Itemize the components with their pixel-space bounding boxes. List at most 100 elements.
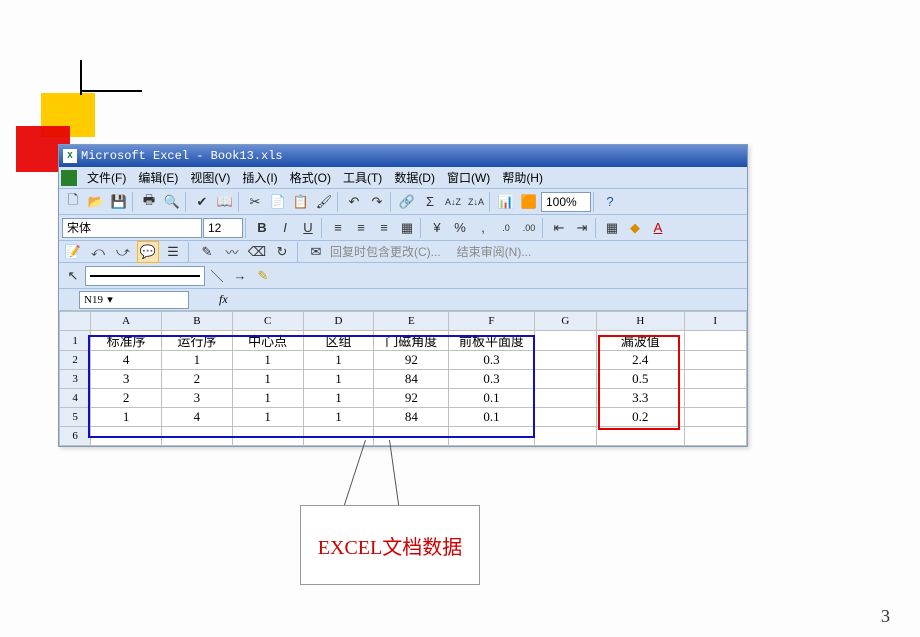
currency-icon[interactable]: ¥ [426, 217, 448, 239]
align-center-icon[interactable]: ≡ [350, 217, 372, 239]
pencil-icon[interactable]: ✎ [252, 265, 274, 287]
show-all-comments-icon[interactable]: ☰ [162, 241, 184, 263]
cell[interactable] [684, 427, 747, 446]
underline-icon[interactable]: U [297, 217, 319, 239]
cell[interactable] [684, 389, 747, 408]
next-comment-icon[interactable]: ⤻ [112, 241, 134, 263]
name-box[interactable]: N19 ▾ [79, 291, 189, 309]
undo-icon[interactable]: ↶ [343, 191, 365, 213]
titlebar[interactable]: X Microsoft Excel - Book13.xls [59, 145, 747, 167]
open-icon[interactable]: 📂 [85, 191, 107, 213]
sort-asc-icon[interactable]: A↓Z [442, 191, 464, 213]
cell[interactable] [534, 331, 596, 351]
cell[interactable] [684, 351, 747, 370]
mail-icon[interactable]: ✉ [305, 241, 327, 263]
cell[interactable] [449, 427, 534, 446]
cell[interactable]: 4 [91, 351, 162, 370]
cell[interactable]: 中心点 [232, 331, 303, 351]
col-B[interactable]: B [162, 312, 233, 331]
col-D[interactable]: D [303, 312, 374, 331]
prev-comment-icon[interactable]: ⤺ [87, 241, 109, 263]
cell[interactable]: 区组 [303, 331, 374, 351]
cell[interactable]: 1 [303, 351, 374, 370]
cell[interactable]: 1 [303, 408, 374, 427]
format-painter-icon[interactable]: 🖌 [313, 191, 335, 213]
cell[interactable] [684, 331, 747, 351]
select-objects-icon[interactable]: ↖ [62, 265, 84, 287]
cell[interactable]: 漏波值 [597, 331, 684, 351]
cell[interactable]: 1 [232, 389, 303, 408]
save-icon[interactable]: 💾 [108, 191, 130, 213]
row-head[interactable]: 6 [60, 427, 91, 446]
sort-desc-icon[interactable]: Z↓A [465, 191, 487, 213]
font-color-icon[interactable]: A [647, 217, 669, 239]
cell[interactable] [534, 427, 596, 446]
row-head[interactable]: 3 [60, 370, 91, 389]
menu-format[interactable]: 格式(O) [284, 167, 337, 188]
col-C[interactable]: C [232, 312, 303, 331]
cell[interactable]: 标准序 [91, 331, 162, 351]
preview-icon[interactable]: 🔍 [161, 191, 183, 213]
cell[interactable]: 0.1 [449, 389, 534, 408]
cell[interactable]: 门磁角度 [374, 331, 449, 351]
cut-icon[interactable]: ✂ [244, 191, 266, 213]
menu-window[interactable]: 窗口(W) [441, 167, 496, 188]
merge-center-icon[interactable]: ▦ [396, 217, 418, 239]
comma-icon[interactable]: , [472, 217, 494, 239]
help-icon[interactable]: ? [599, 191, 621, 213]
cell[interactable]: 0.1 [449, 408, 534, 427]
col-A[interactable]: A [91, 312, 162, 331]
ink-icon[interactable]: ✎ [196, 241, 218, 263]
cell[interactable]: 0.2 [597, 408, 684, 427]
row-head[interactable]: 4 [60, 389, 91, 408]
eraser-icon[interactable]: ⌫ [246, 241, 268, 263]
dec-decimal-icon[interactable]: .00 [518, 217, 540, 239]
autosum-icon[interactable]: Σ [419, 191, 441, 213]
chart-icon[interactable]: 📊 [495, 191, 517, 213]
comment-icon[interactable]: 📝 [62, 241, 84, 263]
line-style-select[interactable] [85, 266, 205, 286]
cell[interactable]: 4 [162, 408, 233, 427]
fill-color-icon[interactable]: ◆ [624, 217, 646, 239]
menu-data[interactable]: 数据(D) [388, 167, 441, 188]
cell[interactable]: 92 [374, 389, 449, 408]
zoom-select[interactable]: 100% [541, 192, 591, 212]
cell[interactable]: 1 [162, 351, 233, 370]
cell[interactable]: 84 [374, 408, 449, 427]
cell[interactable]: 1 [303, 370, 374, 389]
menu-view[interactable]: 视图(V) [184, 167, 236, 188]
chevron-down-icon[interactable]: ▾ [103, 293, 117, 306]
row-head[interactable]: 5 [60, 408, 91, 427]
cell[interactable] [534, 351, 596, 370]
cell[interactable]: 0.3 [449, 351, 534, 370]
fx-label[interactable]: fx [189, 292, 236, 307]
col-F[interactable]: F [449, 312, 534, 331]
menu-edit[interactable]: 编辑(E) [132, 167, 184, 188]
cell[interactable]: 3.3 [597, 389, 684, 408]
cell[interactable]: 运行序 [162, 331, 233, 351]
bold-icon[interactable]: B [251, 217, 273, 239]
update-icon[interactable]: ↻ [271, 241, 293, 263]
new-icon[interactable]: 🗋 [62, 191, 84, 213]
percent-icon[interactable]: % [449, 217, 471, 239]
print-icon[interactable]: 🖶 [138, 191, 160, 213]
inc-decimal-icon[interactable]: .0 [495, 217, 517, 239]
cell[interactable]: 1 [91, 408, 162, 427]
cell[interactable] [597, 427, 684, 446]
cell[interactable]: 92 [374, 351, 449, 370]
cell[interactable] [374, 427, 449, 446]
research-icon[interactable]: 📖 [214, 191, 236, 213]
spell-icon[interactable]: ✔ [191, 191, 213, 213]
hyperlink-icon[interactable]: 🔗 [396, 191, 418, 213]
paste-icon[interactable]: 📋 [290, 191, 312, 213]
font-size-select[interactable]: 12 [203, 218, 243, 238]
cell[interactable] [684, 408, 747, 427]
col-E[interactable]: E [374, 312, 449, 331]
ink2-icon[interactable]: 〰 [221, 241, 243, 263]
line-icon[interactable]: ＼ [206, 265, 228, 287]
font-name-select[interactable]: 宋体 [62, 218, 202, 238]
drawing-icon[interactable]: 🟧 [518, 191, 540, 213]
inc-indent-icon[interactable]: ⇥ [571, 217, 593, 239]
cell[interactable]: 0.5 [597, 370, 684, 389]
menu-insert[interactable]: 插入(I) [236, 167, 283, 188]
